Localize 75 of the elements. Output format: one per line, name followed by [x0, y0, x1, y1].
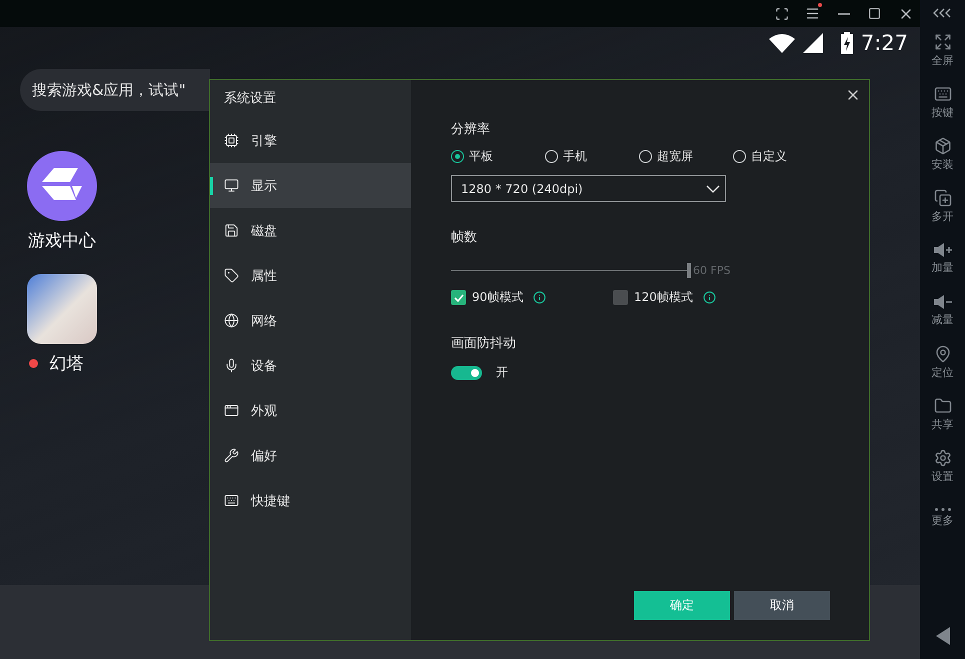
window-icon	[224, 403, 239, 418]
checkmark-icon	[454, 294, 464, 302]
nav-item[interactable]: 快捷键	[210, 478, 411, 523]
toolbar-button[interactable]: 加量	[920, 232, 965, 284]
photo-placeholder[interactable]	[27, 274, 97, 344]
toggle-label: 开	[496, 364, 508, 381]
toolbar-button[interactable]: 安装	[920, 128, 965, 180]
microphone-icon	[224, 358, 239, 373]
menu-icon	[805, 6, 820, 21]
settings-icon	[934, 448, 952, 466]
checkbox-label: 90帧模式	[472, 289, 524, 306]
wrench-icon	[224, 448, 239, 463]
checkbox[interactable]	[451, 290, 466, 305]
radio-option[interactable]: 自定义	[733, 148, 827, 165]
nav-item[interactable]: 属性	[210, 253, 411, 298]
chevrons-left-icon	[932, 8, 952, 18]
expand-icon	[934, 32, 952, 50]
toolbar-button[interactable]: 减量	[920, 284, 965, 336]
info-icon[interactable]	[702, 291, 716, 304]
nav-item[interactable]: 磁盘	[210, 208, 411, 253]
back-button[interactable]	[936, 627, 950, 645]
radio-option[interactable]: 平板	[451, 148, 545, 165]
section-label: 画面防抖动	[451, 335, 517, 352]
toolbar-button[interactable]: 共享	[920, 388, 965, 440]
monitor-icon	[224, 178, 239, 193]
section-label: 帧数	[451, 229, 478, 246]
nav-item[interactable]: 网络	[210, 298, 411, 343]
fps-reading: 60 FPS	[693, 264, 730, 277]
keyboard-icon	[224, 493, 239, 508]
nav-item[interactable]: 外观	[210, 388, 411, 433]
search-field[interactable]: 搜索游戏&应用，试试"	[20, 69, 210, 111]
back-triangle-icon	[936, 627, 950, 645]
slider-thumb[interactable]	[687, 263, 691, 278]
app-label: 游戏中心	[28, 230, 96, 252]
minimize-icon	[838, 12, 850, 14]
chevron-down-icon	[706, 184, 720, 192]
toolbar-button[interactable]: 设置	[920, 440, 965, 492]
clock-time: 7:27	[860, 31, 908, 55]
wifi-icon	[768, 33, 795, 53]
tag-icon	[224, 268, 239, 283]
toolbar-button[interactable]: 定位	[920, 336, 965, 388]
app-label: 幻塔	[50, 353, 84, 375]
globe-icon	[224, 313, 239, 328]
map-pin-icon	[934, 344, 952, 362]
toolbar-button[interactable]: 多开	[920, 180, 965, 232]
toolbar-button[interactable]: 按键	[920, 76, 965, 128]
keyboard-icon	[934, 84, 952, 102]
info-icon[interactable]	[533, 291, 546, 304]
radio-option[interactable]: 超宽屏	[639, 148, 733, 165]
scan-icon	[774, 6, 788, 20]
speaker-plus-icon	[932, 242, 952, 258]
dialog-title: 系统设置	[223, 90, 277, 108]
nav-item[interactable]: 设备	[210, 343, 411, 388]
notification-dot	[818, 3, 822, 7]
cancel-button[interactable]: 取消	[734, 591, 830, 620]
more-icon	[934, 508, 950, 511]
checkbox[interactable]	[613, 290, 628, 305]
nav-item[interactable]: 引擎	[210, 118, 411, 163]
checkbox-label: 120帧模式	[634, 289, 693, 306]
maximize-icon	[868, 7, 881, 20]
signal-icon	[802, 33, 823, 53]
section-label: 分辨率	[451, 121, 491, 138]
battery-charging-icon	[840, 32, 853, 54]
chip-icon	[224, 133, 239, 148]
speaker-minus-icon	[932, 294, 952, 310]
radio-option[interactable]: 手机	[545, 148, 639, 165]
package-icon	[934, 136, 952, 154]
resolution-dropdown[interactable]: 1280 * 720 (240dpi)	[451, 175, 726, 202]
toggle-switch[interactable]	[451, 366, 482, 380]
toolbar-button[interactable]: 全屏	[920, 24, 965, 76]
nav-item[interactable]: 显示	[210, 163, 411, 208]
folder-icon	[934, 396, 952, 414]
nav-item[interactable]: 偏好	[210, 433, 411, 478]
toolbar-button[interactable]: 更多	[920, 492, 965, 544]
copy-plus-icon	[934, 188, 952, 206]
